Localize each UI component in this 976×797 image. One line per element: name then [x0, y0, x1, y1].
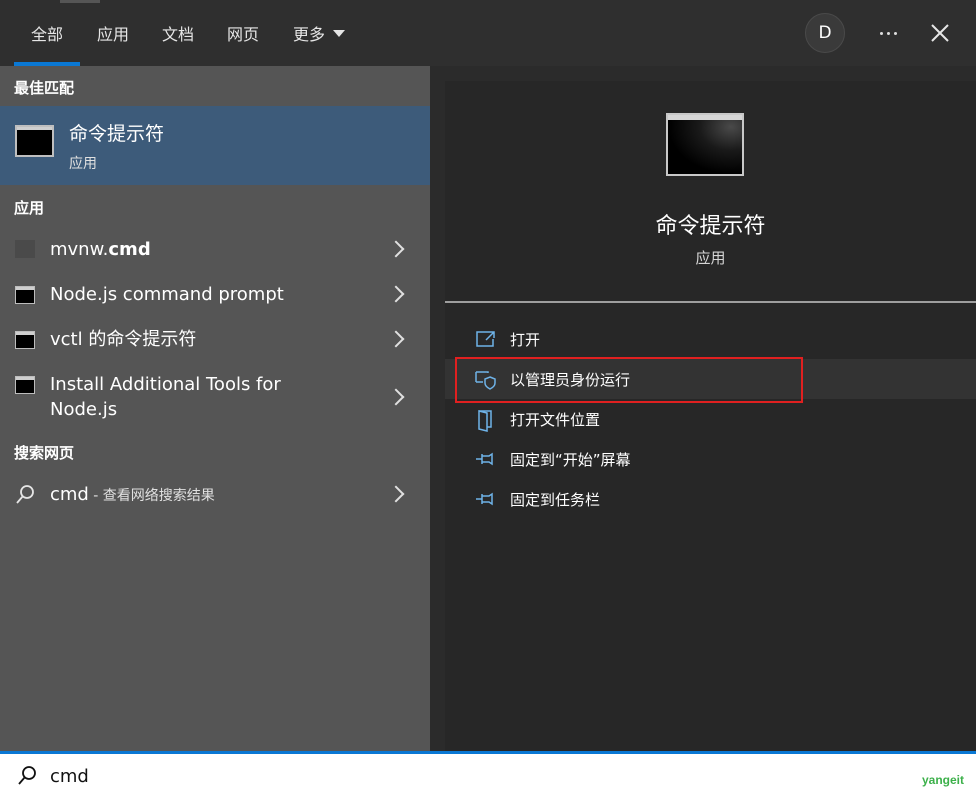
command-prompt-icon	[15, 286, 35, 304]
script-file-icon	[15, 240, 35, 258]
command-prompt-icon	[666, 113, 744, 176]
command-prompt-icon	[15, 331, 35, 349]
search-icon	[16, 485, 34, 504]
web-search-item[interactable]: cmd - 查看网络搜索结果	[0, 472, 430, 517]
search-icon	[18, 766, 36, 785]
tab-documents[interactable]: 文档	[153, 0, 203, 66]
pin-icon	[476, 492, 493, 506]
detail-card: 命令提示符 应用 打开 以管理员身份运行 打开文件位置 固定到“开始”屏幕 固定…	[445, 81, 976, 751]
web-search-heading: 搜索网页	[14, 444, 75, 462]
pin-to-start-button[interactable]: 固定到“开始”屏幕	[445, 439, 976, 479]
open-icon	[476, 331, 495, 347]
command-prompt-icon	[15, 376, 35, 394]
windows-search-panel: 全部 应用 文档 网页 更多 D 最佳匹配 命令提示符 应用 应用 mvnw.c…	[0, 0, 976, 797]
open-file-location-button[interactable]: 打开文件位置	[445, 399, 976, 439]
search-bar: yangeit	[0, 751, 976, 797]
avatar[interactable]: D	[805, 13, 845, 53]
tab-more[interactable]: 更多	[284, 0, 354, 66]
list-item[interactable]: Node.js command prompt	[0, 272, 430, 317]
search-input[interactable]	[50, 761, 750, 791]
pin-icon	[476, 452, 493, 466]
tab-apps[interactable]: 应用	[88, 0, 138, 66]
tab-web[interactable]: 网页	[218, 0, 268, 66]
annotation-highlight-box	[455, 357, 803, 403]
ellipsis-icon[interactable]	[868, 16, 908, 50]
list-item[interactable]: mvnw.cmd	[0, 227, 430, 272]
list-item-label: mvnw.cmd	[50, 239, 151, 260]
web-search-label: cmd - 查看网络搜索结果	[50, 484, 215, 505]
best-match-name: 命令提示符	[69, 123, 165, 145]
list-item[interactable]: vctl 的命令提示符	[0, 317, 430, 362]
list-item-label: vctl 的命令提示符	[50, 329, 197, 350]
watermark: yangeit	[922, 773, 965, 787]
best-match-type: 应用	[69, 156, 97, 172]
tab-all[interactable]: 全部	[14, 0, 80, 66]
divider	[445, 301, 976, 303]
list-item[interactable]: Install Additional Tools for Node.js	[0, 362, 430, 427]
best-match-heading: 最佳匹配	[14, 79, 75, 97]
chevron-down-icon	[333, 29, 345, 37]
results-list: 最佳匹配 命令提示符 应用 应用 mvnw.cmd Node.js comman…	[0, 66, 430, 751]
folder-location-icon	[478, 410, 492, 432]
open-button[interactable]: 打开	[445, 319, 976, 359]
detail-pane: 命令提示符 应用 打开 以管理员身份运行 打开文件位置 固定到“开始”屏幕 固定…	[430, 66, 976, 751]
detail-title: 命令提示符	[655, 214, 766, 239]
list-item-label: Node.js command prompt	[50, 284, 284, 305]
detail-subtitle: 应用	[695, 249, 726, 267]
pin-to-taskbar-button[interactable]: 固定到任务栏	[445, 479, 976, 519]
close-icon[interactable]	[920, 13, 960, 53]
search-filter-bar: 全部 应用 文档 网页 更多 D	[0, 0, 976, 66]
apps-heading: 应用	[14, 199, 45, 217]
list-item-label: Install Additional Tools for Node.js	[50, 374, 281, 420]
command-prompt-icon	[15, 125, 54, 157]
best-match-item[interactable]: 命令提示符 应用	[0, 106, 430, 185]
